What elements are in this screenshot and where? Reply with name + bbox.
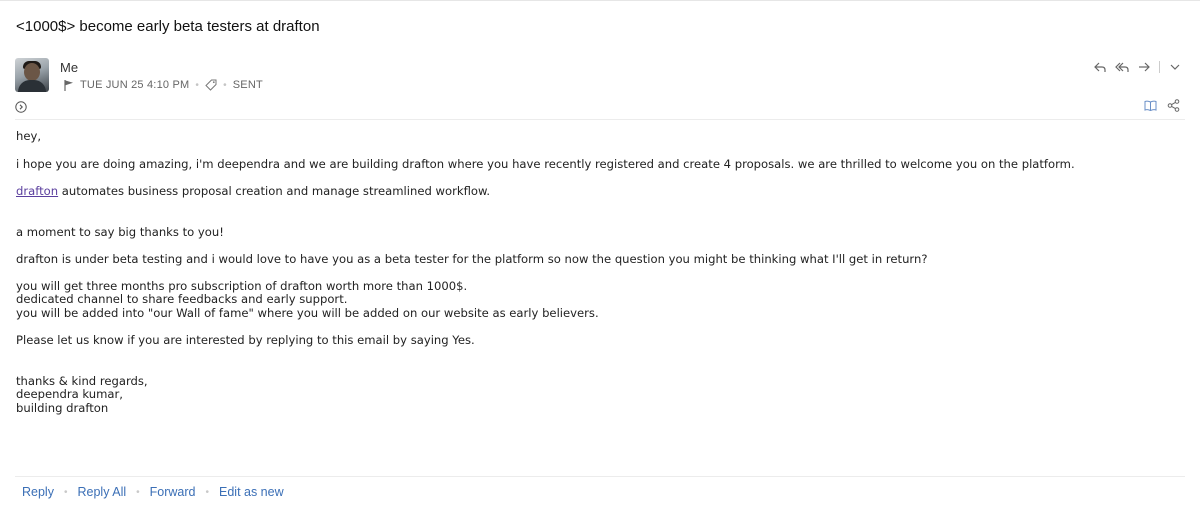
body-paragraph: i hope you are doing amazing, i'm deepen… (16, 156, 1075, 171)
email-body: hey, i hope you are doing amazing, i'm d… (16, 129, 1176, 415)
email-date: TUE JUN 25 4:10 PM (80, 79, 190, 91)
benefit-line: dedicated channel to share feedbacks and… (16, 292, 348, 306)
body-paragraph: a moment to say big thanks to you! (16, 224, 224, 239)
email-actions: Reply • Reply All • Forward • Edit as ne… (22, 485, 284, 499)
message-tools (1144, 99, 1180, 112)
forward-icon[interactable] (1137, 60, 1151, 74)
benefit-line: you will be added into "our Wall of fame… (16, 305, 599, 320)
email-subject: <1000$> become early beta testers at dra… (16, 18, 320, 35)
signature-line: thanks & kind regards, (16, 373, 148, 388)
flag-icon[interactable] (64, 79, 74, 91)
share-icon[interactable] (1167, 99, 1180, 112)
reply-all-icon[interactable] (1115, 60, 1129, 74)
header-divider (15, 119, 1185, 120)
email-meta: TUE JUN 25 4:10 PM • • SENT (64, 79, 263, 91)
forward-button[interactable]: Forward (150, 485, 196, 499)
separator-dot: • (223, 79, 227, 91)
expand-icon[interactable] (15, 101, 27, 113)
signature-line: deependra kumar, (16, 387, 123, 401)
body-text: automates business proposal creation and… (58, 184, 491, 198)
header-actions (1093, 60, 1182, 74)
signature-line: building drafton (16, 400, 109, 415)
divider (1159, 61, 1160, 73)
drafton-link[interactable]: drafton (16, 184, 58, 198)
book-icon[interactable] (1144, 99, 1157, 112)
greeting: hey, (16, 129, 42, 143)
reply-button[interactable]: Reply (22, 485, 54, 499)
body-paragraph: Please let us know if you are interested… (16, 333, 475, 347)
body-paragraph: drafton automates business proposal crea… (16, 184, 1176, 199)
avatar[interactable] (15, 58, 49, 92)
tag-icon[interactable] (205, 79, 217, 91)
chevron-down-icon[interactable] (1168, 60, 1182, 74)
separator-dot: • (136, 486, 140, 498)
reply-icon[interactable] (1093, 60, 1107, 74)
separator-dot: • (195, 79, 200, 91)
footer-divider (15, 476, 1185, 477)
top-border (0, 0, 1200, 1)
reply-all-button[interactable]: Reply All (77, 485, 126, 499)
sender-name[interactable]: Me (60, 60, 78, 75)
benefit-line: you will get three months pro subscripti… (16, 278, 468, 293)
separator-dot: • (205, 486, 209, 498)
edit-as-new-button[interactable]: Edit as new (219, 485, 284, 499)
body-paragraph: drafton is under beta testing and i woul… (16, 252, 928, 266)
separator-dot: • (63, 486, 68, 498)
email-status: SENT (232, 79, 263, 91)
